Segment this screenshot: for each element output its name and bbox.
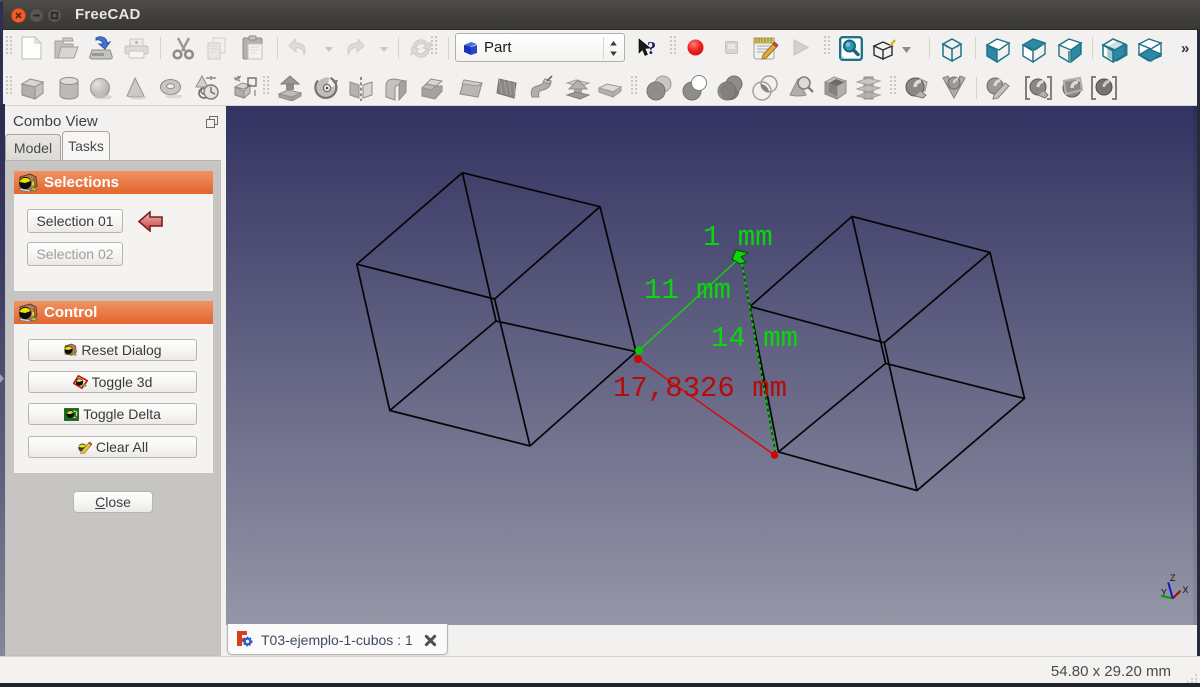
svg-text:1 mm: 1 mm (703, 221, 773, 254)
svg-text:17,8326 mm: 17,8326 mm (613, 372, 787, 405)
svg-text:?: ? (647, 38, 656, 58)
svg-text:11 mm: 11 mm (644, 274, 731, 307)
svg-text:Y: Y (1161, 588, 1167, 598)
svg-text:Z: Z (1170, 573, 1176, 583)
svg-text:X: X (1183, 585, 1189, 595)
svg-text:14 mm: 14 mm (711, 322, 798, 355)
